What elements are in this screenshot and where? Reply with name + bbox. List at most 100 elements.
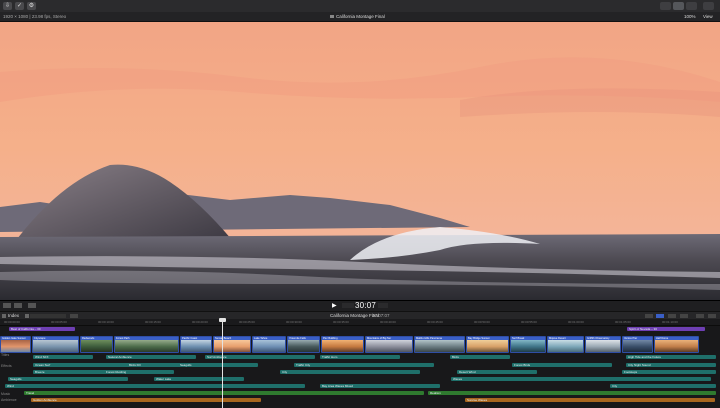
audio-clip[interactable]: Birds [450,355,510,359]
video-clip-thumbnail [548,340,583,352]
lane-label-music: Music [1,392,11,396]
video-clip[interactable]: Pacific Coast [180,336,212,353]
play-icon[interactable]: ▶ [332,302,337,309]
forward-icon[interactable] [25,314,29,318]
video-clip[interactable]: Golden Gate Sunset [0,336,31,353]
ruler-tick-label: 00:01:10:00 [662,320,678,324]
audio-clip[interactable]: Forest Birds [512,363,612,367]
audio-clip[interactable]: Wind [5,384,305,388]
marker-spirit-of-nevada[interactable]: Spirit of Nevada – 30 [627,327,705,331]
timecode-prefix [342,303,354,308]
audio-clip[interactable]: Sunrise Waves [465,398,715,402]
ruler-tick-label: 00:00:50:00 [474,320,490,324]
video-clip[interactable]: Mountains of Big Sur [365,336,413,353]
video-clip[interactable]: Half Dome [654,336,699,353]
ruler-tick-label: 00:00:35:00 [333,320,349,324]
layout-timeline-icon[interactable] [673,2,684,10]
lane-label-titles: Titles [1,353,10,357]
video-clip[interactable]: Surf Break [510,336,546,353]
audio-clip[interactable]: City [280,370,420,374]
audio-clip[interactable]: Footsteps [622,370,716,374]
video-clip-thumbnail [366,340,412,352]
audio-clip[interactable]: City [610,384,716,388]
audio-clip[interactable]: Waves [451,377,711,381]
video-clip[interactable]: Griffith Observatory [585,336,621,353]
lane-label-ambience: Ambience [1,398,17,402]
ruler-tick-label: 00:00:20:00 [192,320,208,324]
video-clip[interactable]: Pier Building [321,336,364,353]
audio-clip[interactable]: High Tide and the Future [626,355,716,359]
video-clip[interactable]: Redwoods [80,336,113,353]
video-clip[interactable]: Sunset Beach [213,336,251,353]
keyword-icon[interactable]: ✓ [15,2,24,10]
transitions-browser-icon[interactable] [708,314,716,318]
edit-tools[interactable] [30,314,66,318]
ruler-tick-label: 00:01:05:00 [615,320,631,324]
video-clip-thumbnail [33,340,78,352]
ruler-tick-label: 00:00:05:00 [51,320,67,324]
audio-clip[interactable]: Natural Ambience [106,355,196,359]
format-label: 1920 × 1080 | 23.98 fps, Stereo [3,14,67,19]
audio-clip[interactable]: Water Lake [154,377,244,381]
ruler-tick-label: 00:00:45:00 [427,320,443,324]
video-clip[interactable]: Bay Bridge Sunset [466,336,509,353]
transform-icon[interactable] [14,303,22,308]
tools-icon[interactable] [3,303,11,308]
video-clip[interactable]: Venice Pier [622,336,653,353]
lane-label-effects: Effects [1,364,12,368]
audio-clip[interactable]: Wind SFX [33,355,93,359]
effects-browser-icon[interactable] [696,314,704,318]
ruler-tick-label: 00:00:55:00 [521,320,537,324]
video-clip[interactable]: Cityscape [32,336,79,353]
video-clip[interactable]: Lake Tahoe [252,336,286,353]
audio-clip[interactable]: Travel [24,391,424,395]
snapping-icon[interactable] [656,314,664,318]
timeline[interactable]: Best of California – 30 Spirit of Nevada… [0,326,720,408]
back-icon[interactable] [2,314,6,318]
clip-appearance-icon[interactable] [680,314,688,318]
layout-inspector-icon[interactable] [686,2,697,10]
video-clip-thumbnail [214,340,250,352]
audio-clip[interactable]: Traffic City [294,363,434,367]
timeline-ruler[interactable]: 00:00:00:00 00:00:05:00 00:00:10:00 00:00:1… [0,319,720,326]
audio-clip[interactable]: Golden Ambience [31,398,261,402]
marker-best-of-california[interactable]: Best of California – 30 [9,327,75,331]
background-tasks-icon[interactable]: ⚙ [27,2,36,10]
playhead[interactable] [222,319,223,408]
audio-clip[interactable]: Forest Rustling [104,370,174,374]
viewer-info-bar: 1920 × 1080 | 23.98 fps, Stereo Californ… [0,12,720,22]
audio-clip[interactable]: City Night Sound [626,363,716,367]
video-clip[interactable]: Yosemite Falls [287,336,320,353]
video-clip[interactable]: Forest Path [114,336,179,353]
audio-clip[interactable]: Bay Area Waves Mixed [320,384,440,388]
audio-clip[interactable]: Traffic Hum [320,355,400,359]
playhead-handle[interactable] [219,318,226,322]
video-clip-thumbnail [115,340,178,352]
video-clip[interactable]: Malibu Hills Panorama [414,336,465,353]
ruler-tick-label: 00:00:40:00 [380,320,396,324]
view-menu[interactable]: View [703,12,713,21]
viewer[interactable] [0,22,720,300]
append-icon[interactable] [70,314,78,318]
audio-clip[interactable]: Desert Wind [457,370,537,374]
ruler-tick-label: 00:00:25:00 [239,320,255,324]
ruler-tick-label: 00:01:00:00 [568,320,584,324]
video-clip-thumbnail [415,340,464,352]
video-clip-thumbnail [253,340,285,352]
share-icon[interactable] [703,2,714,10]
layout-library-icon[interactable] [660,2,671,10]
audio-clip[interactable]: Seagulls [178,363,258,367]
video-clip-thumbnail [1,340,30,352]
ruler-tick-label: 00:00:10:00 [98,320,114,324]
speed-icon[interactable] [28,303,36,308]
viewer-frame [0,22,720,300]
video-clip-thumbnail [288,340,319,352]
audio-clip[interactable]: Realism [428,391,716,395]
zoom-menu[interactable]: 100% [684,12,696,21]
import-icon[interactable]: ⇩ [3,2,12,10]
audio-clip[interactable]: Seagulls [8,377,128,381]
video-clip[interactable]: Mojave Desert [547,336,584,353]
solo-icon[interactable] [668,314,676,318]
skimming-icon[interactable] [645,314,653,318]
timecode-display[interactable]: 30:07 [355,301,376,310]
